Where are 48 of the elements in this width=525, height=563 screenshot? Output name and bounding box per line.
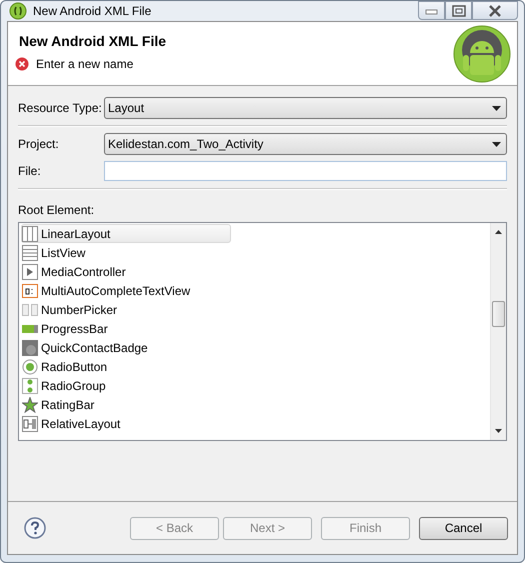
star-icon [22, 396, 38, 412]
minimize-icon [424, 6, 438, 14]
list-item[interactable]: ProgressBar [21, 319, 231, 338]
list-item[interactable]: NumberPicker [21, 300, 231, 319]
error-icon [15, 56, 29, 70]
dropdown-arrow-icon [492, 142, 501, 146]
page-title: New Android XML File [19, 32, 166, 48]
list-item[interactable]: LinearLayout [21, 224, 231, 243]
play-icon [22, 264, 38, 280]
scroll-up-icon [495, 230, 502, 234]
field-label: File: [18, 164, 42, 178]
widget-icon [22, 302, 38, 318]
app-icon [9, 2, 27, 20]
maximize-button[interactable] [445, 1, 472, 20]
root-element-label: Root Element: [18, 203, 96, 217]
widget-icon [22, 378, 38, 394]
widget-icon [22, 282, 38, 298]
wizard-button[interactable]: Cancel [419, 516, 508, 540]
minimize-button[interactable] [418, 1, 445, 20]
radio-button-icon [22, 358, 38, 374]
widget-icon [22, 244, 38, 260]
field-label: Project: [18, 137, 60, 151]
dropdown-arrow-icon [492, 106, 501, 110]
widget-icon [22, 340, 38, 356]
close-button[interactable] [472, 1, 518, 20]
resource-type-dropdown[interactable]: Layout [104, 97, 507, 119]
widget-icon [22, 226, 38, 242]
list-item[interactable]: RadioGroup [21, 376, 231, 395]
list-item[interactable]: ListView [21, 243, 231, 262]
list-item[interactable]: QuickContactBadge [21, 338, 231, 357]
scroll-thumb[interactable] [492, 301, 505, 327]
list-item[interactable]: MediaController [21, 262, 231, 281]
help-icon[interactable] [24, 517, 46, 539]
android-robot-icon [453, 24, 511, 82]
close-icon [488, 4, 502, 16]
list-item[interactable]: RatingBar [21, 395, 231, 414]
list-item[interactable]: RadioButton [21, 357, 231, 376]
vertical-scrollbar[interactable] [490, 223, 506, 440]
widget-icon [22, 416, 38, 432]
list-item[interactable]: MultiAutoCompleteTextView [21, 281, 231, 300]
project-dropdown[interactable]: Kelidestan.com_Two_Activity [104, 133, 507, 155]
list-item[interactable]: RelativeLayout [21, 414, 231, 433]
file-input-field[interactable] [104, 161, 507, 181]
maximize-icon [452, 4, 466, 16]
field-label: Resource Type: [18, 101, 103, 115]
scroll-down-icon [495, 429, 502, 433]
error-message: Enter a new name [36, 56, 134, 70]
window-title: New Android XML File [33, 4, 152, 18]
